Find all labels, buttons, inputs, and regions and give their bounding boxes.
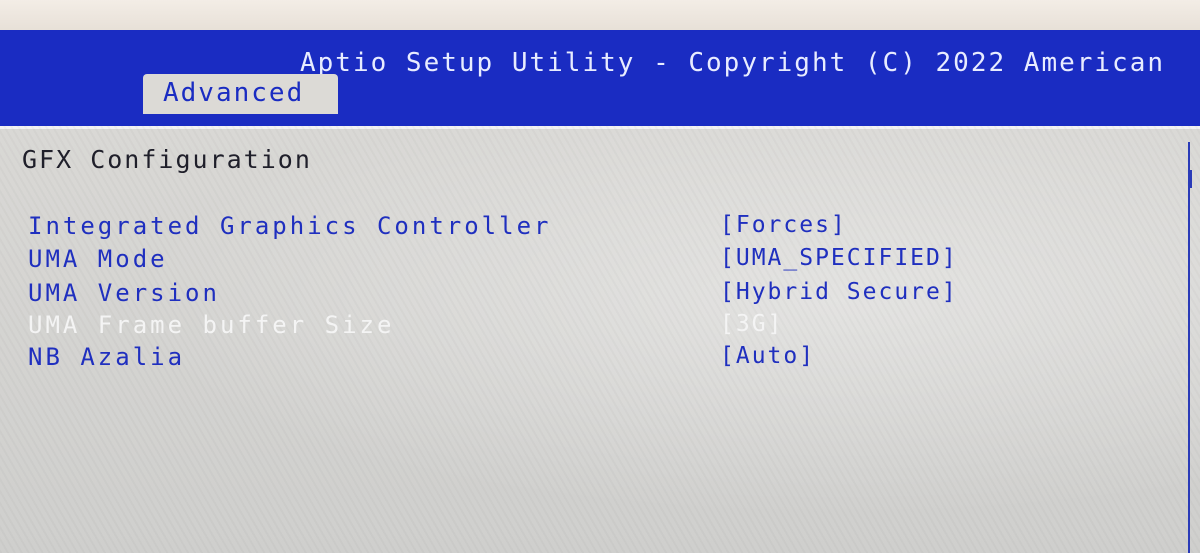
setting-value-nb-azalia[interactable]: [Auto]: [720, 343, 815, 369]
monitor-bezel: [0, 0, 1200, 34]
help-panel-divider: [1188, 142, 1190, 553]
tab-advanced-label: Advanced: [163, 78, 305, 108]
setting-label-uma-version[interactable]: UMA Version: [28, 279, 220, 307]
utility-title: Aptio Setup Utility - Copyright (C) 2022…: [300, 48, 1166, 78]
bios-screen: Aptio Setup Utility - Copyright (C) 2022…: [0, 0, 1200, 553]
setting-value-integrated-graphics-controller[interactable]: [Forces]: [720, 212, 847, 238]
setting-value-uma-frame-buffer-size: [3G]: [720, 311, 784, 337]
setting-value-uma-mode[interactable]: [UMA_SPECIFIED]: [720, 245, 958, 271]
setting-label-uma-frame-buffer-size: UMA Frame buffer Size: [28, 311, 395, 339]
settings-panel: [0, 126, 1200, 553]
setting-value-uma-version[interactable]: [Hybrid Secure]: [720, 279, 958, 305]
setting-label-integrated-graphics-controller[interactable]: Integrated Graphics Controller: [28, 212, 551, 240]
setting-label-nb-azalia[interactable]: NB Azalia: [28, 343, 185, 371]
section-title: GFX Configuration: [22, 145, 312, 174]
setting-label-uma-mode[interactable]: UMA Mode: [28, 245, 168, 273]
help-panel-edge: [1190, 170, 1200, 188]
